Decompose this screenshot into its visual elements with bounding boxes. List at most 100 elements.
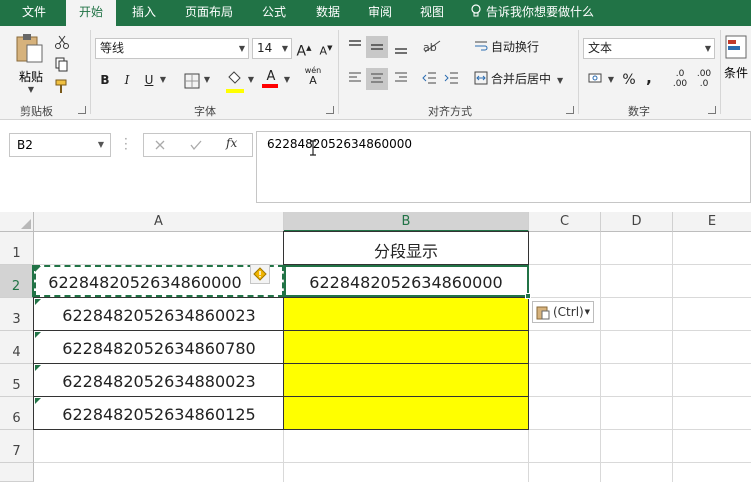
align-center-icon <box>371 73 383 83</box>
tab-review[interactable]: 审阅 <box>356 0 404 26</box>
cell-a4[interactable]: 6228482052634860780 <box>34 339 284 358</box>
font-size-combo[interactable]: 14 ▼ <box>252 38 292 59</box>
cell-a6[interactable]: 6228482052634860125 <box>34 405 284 424</box>
comma-button[interactable]: , <box>642 67 656 89</box>
merge-cells-icon <box>474 71 488 85</box>
enter-check-icon[interactable] <box>190 139 202 151</box>
ribbon-home: 粘贴 ▼ 剪贴板 等线 ▼ 14 ▼ A▲ A▼ B I U ▼ ▼ ▼ A ▼ w… <box>0 26 751 120</box>
cell-a3[interactable]: 6228482052634860023 <box>34 306 284 325</box>
fill-handle[interactable] <box>525 293 531 299</box>
merge-center-button[interactable]: 合并后居中 ▼ <box>474 68 574 90</box>
conditional-format-button[interactable]: 条件 <box>724 34 751 94</box>
group-separator <box>90 30 91 114</box>
error-smart-tag[interactable] <box>250 264 270 284</box>
font-color-button[interactable]: A <box>262 70 280 90</box>
cut-icon[interactable] <box>54 34 70 50</box>
number-group-label: 数字 <box>628 105 650 118</box>
wrap-text-icon <box>475 41 488 51</box>
tell-me-search[interactable]: 告诉我你想要做什么 <box>470 0 610 26</box>
percent-button[interactable]: % <box>620 69 638 91</box>
format-painter-icon[interactable] <box>54 78 72 94</box>
gridline <box>34 462 751 463</box>
paint-bucket-icon <box>228 71 241 84</box>
paste-button[interactable]: 粘贴 ▼ <box>14 32 48 94</box>
row-header-4[interactable]: 4 <box>0 331 34 364</box>
gridline <box>600 232 601 482</box>
accounting-format-icon[interactable] <box>588 70 606 86</box>
italic-button[interactable]: I <box>118 69 136 91</box>
column-header-e[interactable]: E <box>673 212 751 232</box>
clipboard-launcher-icon[interactable] <box>78 106 86 114</box>
cancel-icon[interactable] <box>154 139 166 151</box>
increase-indent-icon[interactable] <box>444 70 460 86</box>
wrap-text-button[interactable]: 自动换行 <box>474 36 550 58</box>
tab-view[interactable]: 视图 <box>408 0 456 26</box>
accounting-dropdown-icon[interactable]: ▼ <box>606 69 616 91</box>
decrease-decimal-button[interactable]: .00.0 <box>694 69 714 91</box>
alignment-launcher-icon[interactable] <box>566 106 574 114</box>
tab-home[interactable]: 开始 <box>66 0 116 26</box>
cell-b1[interactable]: 分段显示 <box>284 238 528 262</box>
error-indicator-icon <box>35 398 41 404</box>
font-name-combo[interactable]: 等线 ▼ <box>95 38 249 59</box>
column-header-d[interactable]: D <box>601 212 673 232</box>
tab-insert[interactable]: 插入 <box>120 0 168 26</box>
tab-data[interactable]: 数据 <box>304 0 352 26</box>
cell-a5[interactable]: 6228482052634880023 <box>34 372 284 391</box>
column-header-a[interactable]: A <box>34 212 284 232</box>
increase-decimal-button[interactable]: .0.00 <box>670 69 690 91</box>
increase-decimal-label: .0 <box>675 69 685 79</box>
row-header-5[interactable]: 5 <box>0 364 34 397</box>
align-right-icon[interactable] <box>393 70 409 86</box>
copy-marquee <box>34 265 284 297</box>
row-header-6[interactable]: 6 <box>0 397 34 430</box>
number-format-combo[interactable]: 文本 ▼ <box>583 38 715 59</box>
grip-dots-icon[interactable]: · · · <box>124 133 128 155</box>
orientation-icon[interactable]: ab <box>422 38 444 54</box>
column-header-b[interactable]: B <box>284 212 529 232</box>
column-header-c[interactable]: C <box>529 212 601 232</box>
align-top-icon[interactable] <box>347 38 363 54</box>
copy-icon[interactable] <box>54 56 72 72</box>
bold-button[interactable]: B <box>96 69 114 91</box>
align-bottom-icon[interactable] <box>393 40 409 56</box>
chevron-down-icon: ▼ <box>281 44 288 53</box>
borders-dropdown-icon[interactable]: ▼ <box>202 69 212 91</box>
shrink-font-button[interactable]: A▼ <box>318 37 334 59</box>
tab-page-layout[interactable]: 页面布局 <box>176 0 242 26</box>
row-header-3[interactable]: 3 <box>0 298 34 331</box>
align-center-button[interactable] <box>366 68 388 90</box>
lightbulb-icon <box>471 4 481 17</box>
fill-color-button[interactable] <box>226 70 246 93</box>
phonetic-button[interactable]: wén A <box>302 66 324 88</box>
tab-formulas[interactable]: 公式 <box>250 0 298 26</box>
align-left-icon[interactable] <box>347 70 363 86</box>
underline-button[interactable]: U <box>140 69 158 91</box>
paste-dropdown-icon[interactable]: ▼ <box>14 85 48 94</box>
font-launcher-icon[interactable] <box>326 106 334 114</box>
alignment-group-label: 对齐方式 <box>428 105 472 118</box>
number-launcher-icon[interactable] <box>708 106 716 114</box>
paste-options-button[interactable]: (Ctrl) ▼ <box>532 301 594 323</box>
align-middle-button[interactable] <box>366 36 388 58</box>
underline-dropdown-icon[interactable]: ▼ <box>158 69 168 91</box>
row-header-1[interactable]: 1 <box>0 232 34 265</box>
select-all-corner[interactable] <box>0 212 34 232</box>
chevron-down-icon: ▼ <box>704 44 711 53</box>
row-header-7[interactable]: 7 <box>0 430 34 463</box>
row-header-2[interactable]: 2 <box>0 265 34 298</box>
decrease-decimal-label-2: .0 <box>699 79 709 89</box>
fill-dropdown-icon[interactable]: ▼ <box>246 69 256 91</box>
formula-value: 6228482052634860000 <box>267 137 413 151</box>
font-color-dropdown-icon[interactable]: ▼ <box>282 69 292 91</box>
font-size-value: 14 <box>257 41 273 55</box>
borders-icon[interactable] <box>184 73 200 89</box>
decrease-indent-icon[interactable] <box>422 70 438 86</box>
conditional-format-label: 条件 <box>724 66 749 80</box>
tab-file[interactable]: 文件 <box>8 0 60 26</box>
insert-function-button[interactable]: fx <box>226 136 237 150</box>
name-box[interactable]: B2 ▼ <box>9 133 111 157</box>
formula-input[interactable]: 6228482052634860000 <box>256 131 751 203</box>
grow-font-button[interactable]: A▲ <box>296 37 312 60</box>
chevron-down-icon[interactable]: ▼ <box>98 134 104 156</box>
